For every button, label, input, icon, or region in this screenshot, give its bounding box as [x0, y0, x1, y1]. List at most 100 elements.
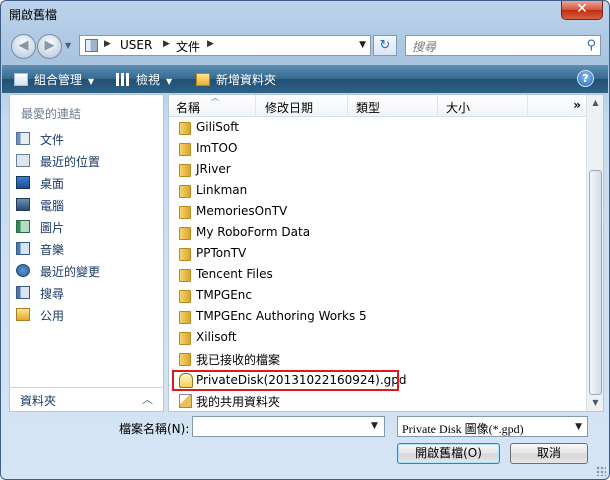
file-type-select[interactable]: Private Disk 圖像(*.gpd) ▼ [397, 416, 588, 437]
filename-input[interactable] [192, 416, 385, 437]
sidebar-item-recently-changed[interactable]: 最近的變更 [16, 261, 156, 281]
chevron-down-icon: ▼ [575, 422, 582, 432]
list-item[interactable]: GiliSoft [173, 118, 583, 138]
file-name: JRiver [196, 162, 231, 176]
search-icon[interactable]: ⚲ [586, 38, 596, 53]
chevron-up-icon: ︿ [142, 393, 153, 406]
new-folder-button[interactable]: 新增資料夾 [196, 71, 276, 88]
scroll-down-icon[interactable]: ▼ [588, 395, 603, 411]
views-button[interactable]: 檢視 ▼ [116, 71, 172, 88]
vertical-scrollbar[interactable]: ▲ ▼ [586, 95, 603, 411]
list-item[interactable]: TMPGEnc Authoring Works 5 [173, 307, 583, 327]
sidebar-item-recent-places[interactable]: 最近的位置 [16, 151, 156, 171]
scrollbar-thumb[interactable] [589, 170, 602, 395]
sidebar-item-music[interactable]: 音樂 [16, 239, 156, 259]
sidebar-item-label: 最近的位置 [40, 155, 101, 169]
cancel-button[interactable]: 取消 [510, 443, 588, 464]
list-item[interactable]: JRiver [173, 160, 583, 180]
column-name[interactable]: 名稱 [176, 99, 200, 116]
list-item[interactable]: 我已接收的檔案 [173, 349, 583, 369]
file-name: 我已接收的檔案 [196, 353, 281, 367]
list-item[interactable]: TMPGEnc [173, 286, 583, 306]
sidebar-item-pictures[interactable]: 圖片 [16, 217, 156, 237]
breadcrumb-documents[interactable]: 文件 [176, 38, 200, 55]
folder-icon [179, 206, 191, 219]
new-folder-label: 新增資料夾 [216, 73, 277, 87]
list-item[interactable]: MemoriesOnTV [173, 202, 583, 222]
forward-button[interactable]: ▶ [37, 34, 62, 59]
list-item[interactable]: My RoboForm Data [173, 223, 583, 243]
sidebar-item-documents[interactable]: 文件 [16, 129, 156, 149]
public-icon [16, 308, 30, 321]
sidebar-item-label: 圖片 [40, 221, 65, 235]
favorite-links-header: 最愛的連結 [21, 107, 82, 121]
file-name: TMPGEnc [196, 288, 253, 302]
column-divider[interactable] [347, 95, 348, 117]
scroll-up-icon[interactable]: ▲ [588, 95, 603, 111]
list-item[interactable]: ImTOO [173, 139, 583, 159]
new-folder-icon [196, 73, 210, 86]
folders-toggle[interactable]: 資料夾 ︿ [10, 387, 163, 411]
filename-label: 檔案名稱(N): [119, 422, 190, 436]
back-button[interactable]: ◀ [11, 34, 36, 59]
resize-grip-icon[interactable] [596, 466, 606, 476]
back-arrow-icon: ◀ [18, 38, 29, 53]
sidebar-item-label: 搜尋 [40, 287, 65, 301]
sidebar-item-public[interactable]: 公用 [16, 305, 156, 325]
column-divider[interactable] [437, 95, 438, 117]
folder-icon [179, 227, 191, 240]
folder-icon [179, 164, 191, 177]
documents-icon [16, 132, 30, 145]
search-input[interactable]: 搜尋 ⚲ [405, 35, 601, 56]
help-icon[interactable]: ? [577, 70, 594, 87]
column-type[interactable]: 類型 [356, 99, 380, 116]
sidebar-item-computer[interactable]: 電腦 [16, 195, 156, 215]
organize-dropdown-icon: ▼ [88, 77, 95, 86]
folder-icon [179, 290, 191, 303]
sidebar-item-label: 公用 [40, 309, 65, 323]
window-title: 開啟舊檔 [9, 8, 58, 22]
views-icon [116, 73, 130, 86]
recent-places-icon [16, 154, 30, 167]
list-item[interactable]: 我的共用資料夾 [173, 391, 583, 411]
refresh-icon: ↻ [379, 38, 391, 53]
list-item[interactable]: Xilisoft [173, 328, 583, 348]
breadcrumb-separator[interactable]: ▶ [207, 39, 214, 49]
folders-label: 資料夾 [20, 394, 57, 408]
address-dropdown-icon[interactable]: ▼ [359, 40, 366, 50]
search-placeholder: 搜尋 [412, 40, 437, 54]
close-button[interactable]: ✕ [561, 1, 603, 20]
title-bar: 開啟舊檔 ✕ [1, 1, 609, 27]
breadcrumb-separator[interactable]: ▶ [163, 39, 170, 49]
folder-icon [179, 122, 191, 135]
sidebar-item-label: 文件 [40, 133, 65, 147]
file-name: GiliSoft [196, 120, 239, 134]
sidebar-item-desktop[interactable]: 桌面 [16, 173, 156, 193]
open-file-dialog: 開啟舊檔 ✕ ◀ ▶ ▼ ▶ USER ▶ 文件 ▶ ▼ ↻ 搜尋 ⚲ 組合管理… [0, 0, 610, 480]
sidebar-item-searches[interactable]: 搜尋 [16, 283, 156, 303]
list-item[interactable]: Linkman [173, 181, 583, 201]
recent-pages-dropdown-icon[interactable]: ▼ [65, 41, 71, 50]
address-bar[interactable]: ▶ USER ▶ 文件 ▶ ▼ [79, 35, 371, 56]
column-divider[interactable] [527, 95, 528, 117]
file-name: MemoriesOnTV [196, 204, 288, 218]
open-button[interactable]: 開啟舊檔(O) [397, 443, 500, 464]
organize-label: 組合管理 [34, 73, 83, 87]
breadcrumb-separator[interactable]: ▶ [104, 39, 111, 49]
views-label: 檢視 [136, 73, 161, 87]
more-columns-icon[interactable]: » [573, 98, 581, 112]
breadcrumb-user[interactable]: USER [120, 38, 152, 52]
organize-button[interactable]: 組合管理 ▼ [14, 71, 94, 88]
column-divider[interactable] [255, 95, 256, 117]
column-size[interactable]: 大小 [446, 99, 470, 116]
recently-changed-icon [16, 264, 30, 277]
folder-icon [179, 248, 191, 261]
column-date-modified[interactable]: 修改日期 [265, 99, 313, 116]
filename-dropdown-icon[interactable]: ▼ [371, 421, 378, 431]
refresh-button[interactable]: ↻ [373, 35, 397, 56]
highlight-box [172, 370, 399, 391]
list-item[interactable]: PPTonTV [173, 244, 583, 264]
folder-icon [179, 185, 191, 198]
list-item[interactable]: Tencent Files [173, 265, 583, 285]
folder-icon [179, 269, 191, 282]
